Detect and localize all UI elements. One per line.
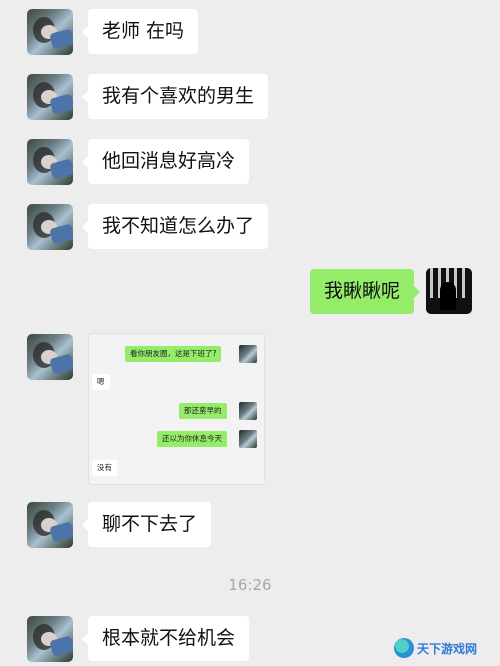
contact-avatar[interactable] [27, 139, 73, 185]
embedded-outgoing-bubble: 那还蛮早的 [179, 403, 227, 419]
message-bubble[interactable]: 老师 在吗 [81, 9, 199, 54]
message-bubble[interactable]: 根本就不给机会 [81, 616, 250, 661]
contact-avatar[interactable] [27, 74, 73, 120]
embedded-outgoing-bubble: 还以为你休息今天 [157, 431, 227, 447]
timestamp: 16:26 [228, 576, 272, 594]
embedded-avatar [239, 345, 257, 363]
watermark-logo-icon [394, 638, 414, 658]
embedded-avatar [239, 430, 257, 448]
message-bubble[interactable]: 他回消息好高冷 [81, 139, 250, 184]
watermark: 天下游戏网 [394, 636, 492, 660]
watermark-text: 天下游戏网 [417, 641, 478, 656]
embedded-avatar [239, 402, 257, 420]
message-bubble[interactable]: 聊不下去了 [81, 502, 212, 547]
image-message[interactable]: 看你朋友圈，这是下班了? 嗯 那还蛮早的 还以为你休息今天 没有 [88, 333, 265, 485]
embedded-incoming-bubble: 嗯 [92, 374, 110, 390]
message-bubble[interactable]: 我有个喜欢的男生 [81, 74, 269, 119]
contact-avatar[interactable] [27, 334, 73, 380]
my-avatar[interactable] [426, 268, 472, 314]
embedded-incoming-bubble: 没有 [92, 460, 117, 476]
contact-avatar[interactable] [27, 502, 73, 548]
contact-avatar[interactable] [27, 616, 73, 662]
contact-avatar[interactable] [27, 204, 73, 250]
message-bubble[interactable]: 我不知道怎么办了 [81, 204, 269, 249]
contact-avatar[interactable] [27, 9, 73, 55]
embedded-outgoing-bubble: 看你朋友圈，这是下班了? [125, 346, 222, 362]
outgoing-message-bubble[interactable]: 我瞅瞅呢 [310, 269, 421, 314]
